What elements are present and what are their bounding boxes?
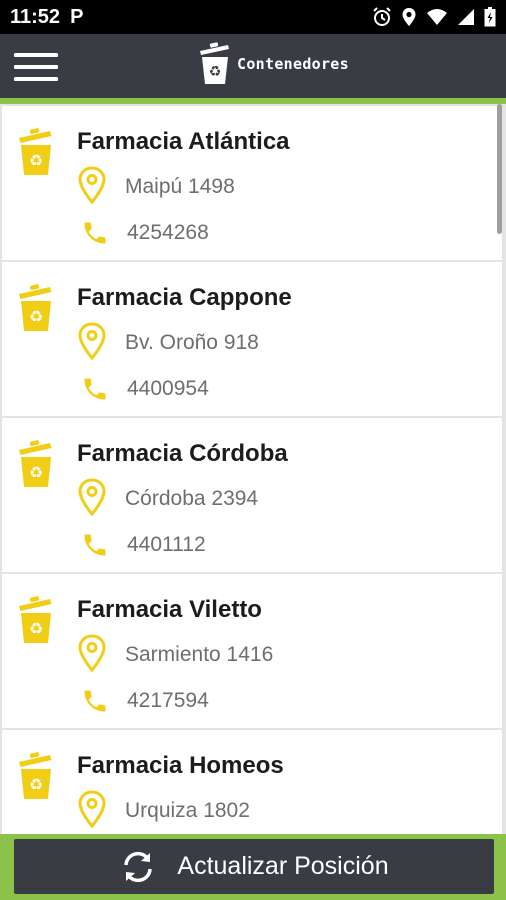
location-icon — [402, 8, 416, 26]
pharmacy-address: Sarmiento 1416 — [125, 643, 274, 666]
pharmacy-phone[interactable]: 4401112 — [127, 533, 206, 557]
list-item[interactable]: ♻ Farmacia Córdoba Córdoba 2394 4401112 — [2, 418, 502, 572]
recycle-bin-icon: ♻ — [200, 42, 229, 84]
phone-icon — [84, 378, 106, 400]
status-icons — [372, 7, 496, 27]
recycle-bin-icon: ♻ — [19, 596, 52, 643]
svg-text:♻: ♻ — [29, 775, 43, 794]
pharmacy-address: Córdoba 2394 — [125, 487, 259, 510]
location-pin-icon — [78, 322, 106, 360]
pharmacy-phone[interactable]: 4254268 — [127, 221, 209, 245]
phone-icon — [84, 690, 106, 712]
svg-text:♻: ♻ — [29, 463, 43, 482]
app-title: Contenedores — [237, 55, 349, 73]
signal-icon — [458, 9, 474, 25]
recycle-bin-icon: ♻ — [19, 752, 52, 799]
refresh-icon — [124, 851, 153, 882]
pharmacy-phone[interactable]: 4217594 — [127, 689, 209, 713]
recycle-bin-icon: ♻ — [19, 284, 52, 331]
pharmacy-phone[interactable]: 4400954 — [127, 377, 209, 401]
location-pin-icon — [78, 790, 106, 828]
recycle-bin-icon: ♻ — [19, 128, 52, 175]
svg-text:♻: ♻ — [29, 307, 43, 326]
location-pin-icon — [78, 166, 106, 204]
list-item[interactable]: ♻ Farmacia Cappone Bv. Oroño 918 4400954 — [2, 262, 502, 416]
pharmacy-list[interactable]: ♻ Farmacia Atlántica Maipú 1498 4254268 … — [0, 104, 506, 834]
pharmacy-name: Farmacia Córdoba — [77, 440, 288, 467]
status-time: 11:52 — [10, 5, 61, 28]
scrollbar[interactable] — [497, 104, 502, 234]
list-item[interactable]: ♻ Farmacia Homeos Urquiza 1802 — [2, 730, 502, 834]
bottom-bar: Actualizar Posición — [0, 834, 506, 900]
hamburger-menu-icon[interactable] — [14, 50, 58, 84]
alarm-icon — [373, 7, 391, 26]
wifi-icon — [427, 9, 447, 25]
phone-icon — [84, 534, 106, 556]
pharmacy-address: Bv. Oroño 918 — [125, 331, 259, 354]
svg-text:♻: ♻ — [29, 151, 43, 170]
pharmacy-name: Farmacia Atlántica — [77, 128, 290, 155]
update-position-button[interactable]: Actualizar Posición — [14, 839, 494, 894]
update-position-label: Actualizar Posición — [177, 852, 389, 880]
list-item[interactable]: ♻ Farmacia Atlántica Maipú 1498 4254268 — [2, 106, 502, 260]
status-bar: 11:52 P — [0, 0, 506, 34]
svg-text:♻: ♻ — [29, 619, 43, 638]
pharmacy-address: Maipú 1498 — [125, 175, 235, 198]
pharmacy-name: Farmacia Homeos — [77, 752, 284, 779]
pharmacy-address: Urquiza 1802 — [125, 799, 250, 822]
svg-text:♻: ♻ — [209, 64, 222, 80]
pharmacy-name: Farmacia Viletto — [77, 596, 262, 623]
location-pin-icon — [78, 634, 106, 672]
app-bar: ♻ Contenedores — [0, 34, 506, 98]
pharmacy-name: Farmacia Cappone — [77, 284, 292, 311]
location-pin-icon — [78, 478, 106, 516]
recycle-bin-icon: ♻ — [19, 440, 52, 487]
parking-app-indicator: P — [70, 5, 84, 28]
battery-icon — [484, 7, 496, 27]
list-item[interactable]: ♻ Farmacia Viletto Sarmiento 1416 421759… — [2, 574, 502, 728]
phone-icon — [84, 222, 106, 244]
